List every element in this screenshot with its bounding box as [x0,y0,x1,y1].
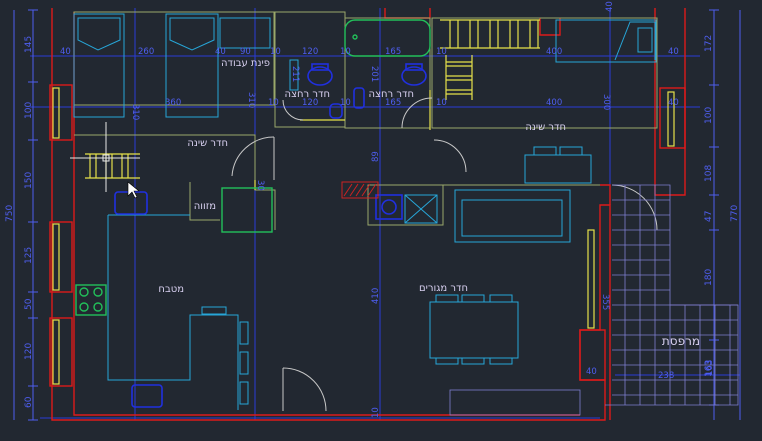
dim-mid-310b: 310 [246,92,256,108]
room-label-pantry: מזווה [194,201,216,212]
dim-mid-89: 89 [371,151,381,162]
dim-mid-10a: 10 [268,98,279,108]
room-label-living: חדר מגורים [419,283,468,294]
dim-mid-10b: 10 [340,98,351,108]
dim-mid-10d: 10 [371,407,381,418]
left-dim-60: 60 [24,396,34,408]
room-label-kitchen: מטבח [158,284,184,295]
room-label-bath-left: חדר רחצה [285,89,330,100]
dresser [524,154,592,184]
room-label-work-area: פינת עבודה [221,58,270,69]
room-label-bedroom-right: חדר שינה [525,122,566,133]
room-label-balcony: מרפסת [662,334,700,348]
dim-mid-355: 355 [600,294,610,310]
door-balcony [611,184,658,231]
cabinet-bottom [449,389,581,416]
door-bedroom-right [433,139,467,173]
fridge [221,187,273,233]
window-left-3 [52,319,60,385]
right-dim-180: 180 [704,269,714,286]
door-bedroom-left [231,136,275,177]
left-dim-120: 120 [24,343,34,360]
right-dim-172: 172 [704,35,714,52]
dim-top-120: 120 [302,47,318,57]
left-dim-125: 125 [24,247,34,264]
floor-plan-svg[interactable]: 145 100 150 125 50 120 60 750 172 100 10… [0,0,762,437]
shaft [341,181,438,224]
door-bath-left [282,99,304,121]
dim-mid-30: 30 [255,180,265,191]
dim-top-10b: 10 [340,47,351,57]
dim-top-40-mid: 40 [215,47,226,57]
dim-mid-10c: 10 [436,98,447,108]
right-dim-total: 770 [730,205,740,222]
room-label-bath-right: חדר רחצה [369,89,414,100]
bed-left-1 [73,13,125,118]
dim-balcony-40: 40 [586,367,597,377]
left-dim-100: 100 [24,102,34,119]
dim-mid-211: 211 [290,66,300,82]
dim-top-10a: 10 [270,47,281,57]
bath-right-outline [344,17,431,129]
left-dim-total: 750 [5,205,15,222]
room-label-bedroom-left: חדר שינה [187,138,228,149]
dim-top-40-tiny: 40 [605,1,615,12]
window-top-strip [440,19,540,49]
dim-mid-310a: 310 [130,104,140,120]
dim-top-10c: 10 [436,47,447,57]
dim-top-260: 260 [138,47,154,57]
dim-mid-300: 300 [601,94,611,110]
dim-balcony-163: 163 [705,360,715,376]
left-dim-145: 145 [24,36,34,53]
kitchen-sink [114,191,148,215]
dim-top-400: 400 [546,47,562,57]
window-left-2 [52,223,60,291]
desk [219,17,271,49]
arrow-cursor-icon [127,181,140,199]
sofa [454,189,571,243]
left-dim-50: 50 [24,298,34,310]
dim-mid-360: 360 [165,98,181,108]
dim-mid-201: 201 [369,66,379,82]
right-dim-108: 108 [704,165,714,182]
right-dim-47: 47 [704,211,714,222]
dining-table [429,301,519,359]
dim-mid-400: 400 [546,98,562,108]
dim-balcony-238: 238 [658,371,674,381]
window-left-1 [52,87,60,139]
window-right-2 [587,229,595,329]
door-bath-right [401,97,433,129]
dim-mid-410: 410 [371,288,381,304]
cad-drawing-canvas[interactable]: 145 100 150 125 50 120 60 750 172 100 10… [0,0,762,437]
dim-top-90: 90 [240,47,251,57]
dim-top-40-right: 40 [668,47,679,57]
crosshair-cursor-icon [70,122,140,192]
dim-mid-40: 40 [668,98,679,108]
sanitary-fixtures [114,63,427,408]
right-dim-100: 100 [704,107,714,124]
door-entrance [282,367,327,412]
dim-top-40-left: 40 [60,47,71,57]
dim-top-165: 165 [385,47,401,57]
sink-lower [131,384,163,408]
left-dim-150: 150 [24,172,34,189]
window-vertical-strip [445,55,473,100]
furniture [73,13,657,410]
